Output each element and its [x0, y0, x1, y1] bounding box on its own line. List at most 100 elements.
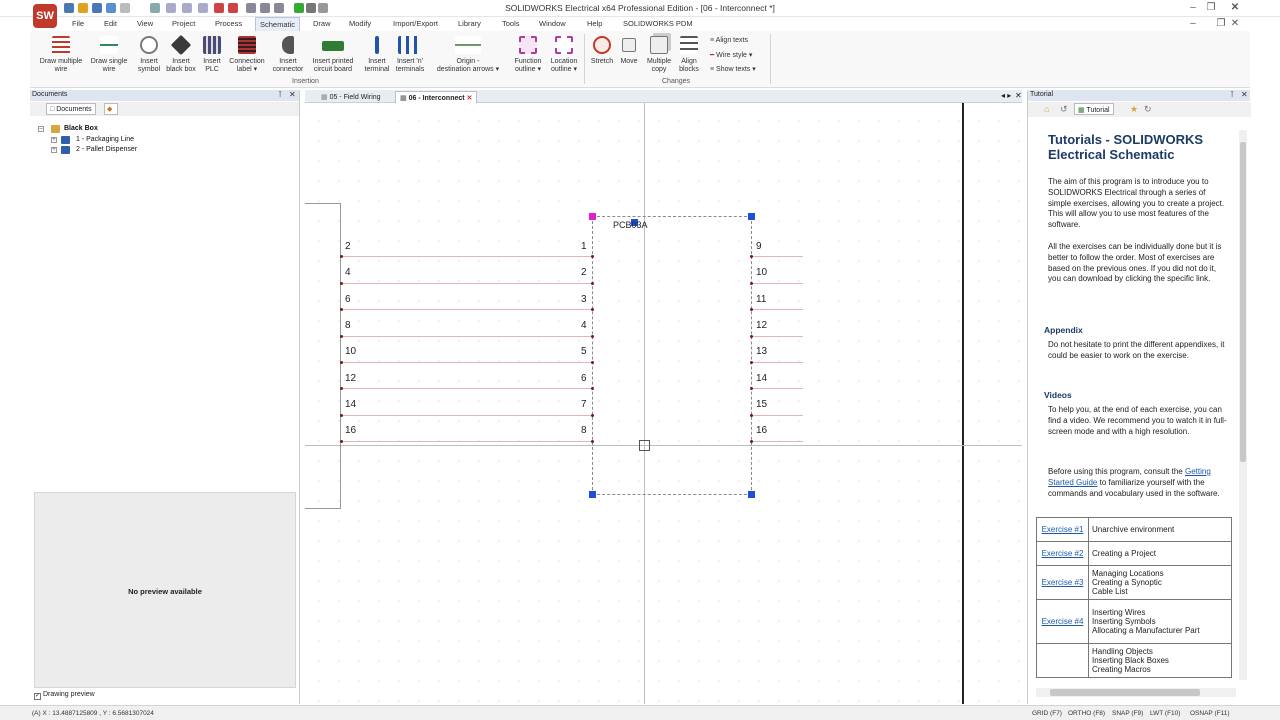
- wire[interactable]: [341, 362, 592, 363]
- home-icon[interactable]: ⌂: [1044, 104, 1049, 114]
- open-icon[interactable]: [78, 3, 88, 13]
- tab-components[interactable]: ◆: [104, 103, 118, 115]
- refresh-icon[interactable]: ↻: [1144, 104, 1152, 115]
- wire[interactable]: [341, 283, 592, 284]
- wire[interactable]: [751, 441, 803, 442]
- menu-tools[interactable]: Tools: [502, 19, 520, 28]
- favorites-icon[interactable]: ★: [1130, 104, 1138, 115]
- doc-minimize-icon[interactable]: –: [1186, 17, 1200, 31]
- grid-toggle[interactable]: GRID (F7): [1032, 710, 1062, 717]
- insert-plc-button[interactable]: Insert PLC: [200, 36, 224, 73]
- menu-solidworks-pdm[interactable]: SOLIDWORKS PDM: [623, 19, 693, 28]
- wire[interactable]: [751, 415, 803, 416]
- selection-grip[interactable]: [748, 491, 755, 498]
- scrollbar-thumb[interactable]: [1240, 142, 1246, 462]
- refresh-icon[interactable]: [294, 3, 304, 13]
- close-icon[interactable]: ✕: [1228, 1, 1242, 15]
- pin-icon[interactable]: ⊺: [278, 90, 282, 99]
- menu-project[interactable]: Project: [172, 19, 195, 28]
- selection-grip[interactable]: [589, 213, 596, 220]
- selection-grip[interactable]: [748, 213, 755, 220]
- black-box-outline[interactable]: [592, 216, 752, 495]
- redo-icon[interactable]: [120, 3, 130, 13]
- menu-window[interactable]: Window: [539, 19, 566, 28]
- draw-single-wire-button[interactable]: Draw single wire: [87, 36, 131, 73]
- ortho-toggle[interactable]: ORTHO (F8): [1068, 710, 1105, 717]
- insert-terminal-button[interactable]: Insert terminal: [362, 36, 392, 73]
- tab-field-wiring[interactable]: ▦ 05 - Field Wiring: [317, 91, 385, 103]
- insert-connector-button[interactable]: Insert connector: [270, 36, 306, 73]
- snap-toggle[interactable]: SNAP (F9): [1112, 710, 1143, 717]
- function-outline-button[interactable]: Function outline ▾: [510, 36, 546, 73]
- align-texts-button[interactable]: ≡ Align texts: [710, 37, 748, 44]
- connector-outline[interactable]: [305, 203, 341, 509]
- collapse-icon[interactable]: –: [38, 126, 44, 132]
- origin-destination-arrows-button[interactable]: Origin - destination arrows ▾: [432, 36, 504, 73]
- doc-close-icon[interactable]: ✕: [1228, 17, 1242, 31]
- application-logo-icon[interactable]: SW: [33, 4, 57, 28]
- tutorial-horizontal-scrollbar[interactable]: [1036, 688, 1236, 697]
- wire[interactable]: [751, 309, 803, 310]
- page-next-icon[interactable]: [228, 3, 238, 13]
- save-icon[interactable]: [92, 3, 102, 13]
- undo-icon[interactable]: [106, 3, 116, 13]
- close-panel-icon[interactable]: ✕: [1241, 90, 1248, 99]
- stretch-button[interactable]: Stretch: [588, 36, 616, 66]
- move-button[interactable]: Move: [616, 36, 642, 66]
- align-blocks-button[interactable]: Align blocks: [676, 36, 702, 73]
- close-tab-icon[interactable]: ✕: [467, 95, 473, 102]
- new-icon[interactable]: [64, 3, 74, 13]
- wire[interactable]: [341, 415, 592, 416]
- wire[interactable]: [751, 256, 803, 257]
- menu-file[interactable]: File: [72, 19, 84, 28]
- draw-multiple-wire-button[interactable]: Draw multiple wire: [36, 36, 86, 73]
- copy-icon[interactable]: [166, 3, 176, 13]
- insert-black-box-button[interactable]: Insert black box: [164, 34, 198, 73]
- insert-n-terminals-button[interactable]: Insert 'n' terminals: [392, 36, 428, 73]
- expand-icon[interactable]: +: [51, 147, 57, 153]
- menu-edit[interactable]: Edit: [104, 19, 117, 28]
- tab-tutorial[interactable]: ▦ Tutorial: [1074, 103, 1114, 115]
- wire[interactable]: [341, 309, 592, 310]
- wire[interactable]: [751, 336, 803, 337]
- tab-scroll-icon[interactable]: ◂ ▸: [1001, 91, 1011, 100]
- lwt-toggle[interactable]: LWT (F10): [1150, 710, 1180, 717]
- menu-import-export[interactable]: Import/Export: [393, 19, 438, 28]
- tree-item-pallet-dispenser[interactable]: 2 - Pallet Dispenser: [76, 146, 137, 153]
- wire[interactable]: [751, 283, 803, 284]
- menu-modify[interactable]: Modify: [349, 19, 371, 28]
- selection-grip[interactable]: [589, 491, 596, 498]
- menu-draw[interactable]: Draw: [313, 19, 331, 28]
- show-texts-button[interactable]: ≡ Show texts ▾: [710, 65, 756, 73]
- doc-restore-icon[interactable]: ❐: [1214, 17, 1228, 31]
- menu-library[interactable]: Library: [458, 19, 481, 28]
- scrollbar-thumb[interactable]: [1050, 689, 1200, 696]
- menu-help[interactable]: Help: [587, 19, 602, 28]
- zoom-window-icon[interactable]: [246, 3, 256, 13]
- sync-icon[interactable]: ↺: [1060, 104, 1068, 115]
- page-previous-icon[interactable]: [214, 3, 224, 13]
- settings-icon[interactable]: [318, 3, 328, 13]
- minimize-icon[interactable]: –: [1186, 1, 1200, 15]
- location-outline-button[interactable]: Location outline ▾: [546, 36, 582, 73]
- osnap-toggle[interactable]: OSNAP (F11): [1190, 710, 1230, 717]
- expand-icon[interactable]: +: [51, 137, 57, 143]
- wire[interactable]: [341, 388, 592, 389]
- tutorial-vertical-scrollbar[interactable]: [1239, 130, 1247, 680]
- exercise-link[interactable]: Exercise #2: [1042, 549, 1084, 558]
- tab-interconnect[interactable]: ▦ 06 - Interconnect ✕: [395, 91, 478, 103]
- paste-special-icon[interactable]: [198, 3, 208, 13]
- menu-process[interactable]: Process: [215, 19, 242, 28]
- wire[interactable]: [751, 388, 803, 389]
- zoom-icon[interactable]: [260, 3, 270, 13]
- menu-schematic[interactable]: Schematic: [255, 17, 301, 31]
- component-tag[interactable]: PCB03A: [613, 220, 648, 230]
- wire-style-button[interactable]: ━ Wire style ▾: [710, 51, 752, 59]
- pin-icon[interactable]: ⊺: [1230, 90, 1234, 99]
- explorer-icon[interactable]: [306, 3, 316, 13]
- tree-root[interactable]: Black Box: [64, 125, 98, 132]
- wire[interactable]: [751, 362, 803, 363]
- wire[interactable]: [341, 441, 592, 442]
- insert-printed-circuit-board-button[interactable]: Insert printed circuit board: [308, 36, 358, 73]
- drawing-preview-checkbox[interactable]: ✓ Drawing preview: [34, 691, 95, 700]
